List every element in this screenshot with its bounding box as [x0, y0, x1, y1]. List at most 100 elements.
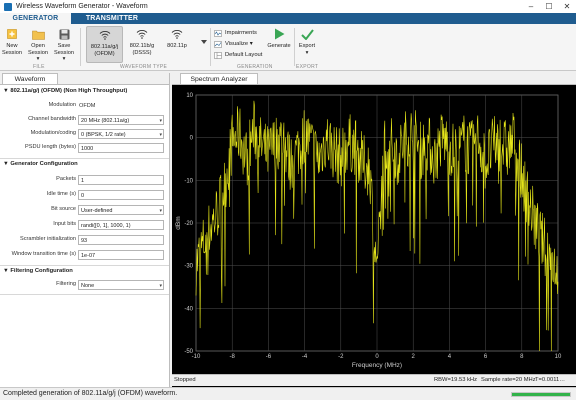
chevron-down-icon: ▾: [159, 131, 162, 138]
tab-transmitter[interactable]: TRANSMITTER: [72, 13, 152, 24]
generate-button[interactable]: Generate: [266, 27, 292, 50]
visualize-icon: [214, 40, 222, 48]
tab-generator[interactable]: GENERATOR: [0, 13, 71, 24]
section-divider: [0, 294, 169, 295]
input-bits-input[interactable]: randi([0, 1], 1000, 1): [78, 220, 164, 230]
status-message: Completed generation of 802.11a/g/j (OFD…: [3, 390, 178, 397]
waveform-80211p-label: 802.11p: [167, 43, 187, 49]
bit-source-row: Bit source User-defined ▾: [0, 205, 169, 216]
minimize-icon[interactable]: –: [522, 0, 540, 13]
packets-input[interactable]: 1: [78, 175, 164, 185]
x-tick-label: 8: [520, 354, 524, 360]
channel-bandwidth-select[interactable]: 20 MHz (802.11a/g) ▾: [78, 115, 164, 125]
y-tick-label: -30: [184, 264, 193, 270]
save-session-label: Save Session ▾: [54, 43, 74, 62]
y-tick-label: -10: [184, 178, 193, 184]
window-controls: – ☐ ✕: [522, 0, 576, 13]
channel-bandwidth-row: Channel bandwidth 20 MHz (802.11a/g) ▾: [0, 115, 169, 126]
section-ofdm-header[interactable]: ▼ 802.11a/g/j (OFDM) (Non High Throughpu…: [3, 88, 127, 94]
waveform-dsss-label: 802.11b/g (DSSS): [129, 43, 155, 56]
channel-bandwidth-value: 20 MHz (802.11a/g): [81, 117, 130, 124]
filtering-select[interactable]: None ▾: [78, 280, 164, 290]
modulation-coding-value: 0 (BPSK, 1/2 rate): [81, 131, 126, 138]
chevron-down-icon: ▾: [159, 282, 162, 289]
modulation-coding-select[interactable]: 0 (BPSK, 1/2 rate) ▾: [78, 129, 164, 139]
folder-icon: [30, 27, 46, 41]
close-icon[interactable]: ✕: [558, 0, 576, 13]
impairments-button[interactable]: Impairments: [214, 28, 257, 38]
bit-source-label: Bit source: [51, 206, 76, 212]
section-divider: [0, 265, 169, 266]
tab-spectrum-analyzer[interactable]: Spectrum Analyzer: [180, 73, 258, 84]
y-tick-label: -40: [184, 306, 193, 312]
waveform-type-section-label: WAVEFORM TYPE: [120, 64, 168, 70]
default-layout-button[interactable]: Default Layout: [214, 50, 262, 60]
title-bar: Wireless Waveform Generator - Waveform –…: [0, 0, 576, 13]
idle-time-label: Idle time (s): [46, 191, 76, 197]
modulation-row: Modulation OFDM: [0, 101, 169, 112]
modulation-coding-label: Modulation/coding: [30, 130, 76, 136]
modulation-label: Modulation: [48, 102, 76, 108]
x-tick-label: -2: [338, 354, 344, 360]
idle-time-input[interactable]: 0: [78, 190, 164, 200]
window-title: Wireless Waveform Generator - Waveform: [16, 3, 148, 10]
checkmark-icon: [299, 27, 315, 41]
idle-time-row: Idle time (s) 0: [0, 190, 169, 201]
psdu-length-label: PSDU length (bytes): [25, 144, 76, 150]
toolstrip-tabs: GENERATOR TRANSMITTER: [0, 13, 576, 24]
x-tick-label: 6: [484, 354, 488, 360]
section-filtering-config-header[interactable]: ▼ Filtering Configuration: [3, 268, 73, 274]
scrambler-input[interactable]: 93: [78, 235, 164, 245]
waveform-80211p-button[interactable]: 802.11p: [162, 27, 192, 50]
export-button[interactable]: Export ▾: [296, 27, 318, 56]
psdu-length-input[interactable]: 1000: [78, 143, 164, 153]
ribbon-separator: [80, 28, 81, 66]
layout-icon: [214, 51, 222, 59]
waveform-panel: Waveform ▼ 802.11a/g/j (OFDM) (Non High …: [0, 73, 170, 387]
new-session-label: New Session: [2, 43, 22, 56]
export-label: Export ▾: [298, 43, 316, 56]
visualize-label: Visualize ▾: [225, 41, 253, 47]
chevron-down-icon: ▾: [159, 117, 162, 124]
bit-source-select[interactable]: User-defined ▾: [78, 205, 164, 215]
new-session-button[interactable]: New Session: [2, 27, 22, 56]
modulation-coding-row: Modulation/coding 0 (BPSK, 1/2 rate) ▾: [0, 129, 169, 140]
x-tick-label: -10: [192, 354, 201, 360]
tab-waveform[interactable]: Waveform: [2, 73, 58, 84]
scrambler-label: Scrambler initialization: [20, 236, 76, 242]
x-tick-label: 2: [412, 354, 416, 360]
spectrum-analyzer-panel: Spectrum Analyzer -10 -8 -6 -4 -2 0 2 4 6 8 10 10 0-…: [172, 73, 576, 387]
filtering-row: Filtering None ▾: [0, 280, 169, 291]
waveform-ofdm-label: 802.11a/g/j (OFDM): [90, 44, 119, 57]
x-tick-label: -4: [302, 354, 308, 360]
spectrum-plot-area: -10 -8 -6 -4 -2 0 2 4 6 8 10 10 0 -10 -20 -30 -40 -50 Freq…: [172, 84, 576, 387]
channel-bandwidth-label: Channel bandwidth: [28, 116, 76, 122]
open-session-button[interactable]: Open Session ▾: [27, 27, 49, 63]
maximize-icon[interactable]: ☐: [540, 0, 558, 13]
ribbon-separator: [294, 28, 295, 66]
save-session-button[interactable]: Save Session ▾: [53, 27, 75, 63]
packets-label: Packets: [56, 176, 76, 182]
sample-rate-readout: Sample rate=20 MHz: [481, 377, 536, 383]
waveform-dsss-button[interactable]: 802.11b/g (DSSS): [125, 27, 159, 56]
progress-bar: [511, 392, 571, 397]
waveform-gallery-expand-button[interactable]: [199, 38, 209, 48]
visualize-button[interactable]: Visualize ▾: [214, 39, 253, 49]
scrambler-row: Scrambler initialization 93: [0, 235, 169, 246]
y-tick-label: -50: [184, 349, 193, 355]
ribbon-separator: [210, 28, 211, 66]
spectrum-run-state: Stopped: [174, 377, 196, 383]
bit-source-value: User-defined: [81, 207, 113, 214]
section-generator-config-header[interactable]: ▼ Generator Configuration: [3, 161, 78, 167]
window-transition-input[interactable]: 1e-07: [78, 250, 164, 260]
impairments-icon: [214, 29, 222, 37]
new-session-icon: [4, 27, 20, 41]
x-tick-label: 0: [375, 354, 379, 360]
app-status-bar: Completed generation of 802.11a/g/j (OFD…: [0, 387, 576, 400]
wifi-icon: [134, 27, 150, 41]
y-axis-label: dBm: [175, 216, 182, 229]
play-icon: [271, 27, 287, 41]
wifi-icon: [97, 28, 113, 42]
app-icon: [4, 2, 12, 11]
waveform-ofdm-button[interactable]: 802.11a/g/j (OFDM): [86, 26, 123, 63]
